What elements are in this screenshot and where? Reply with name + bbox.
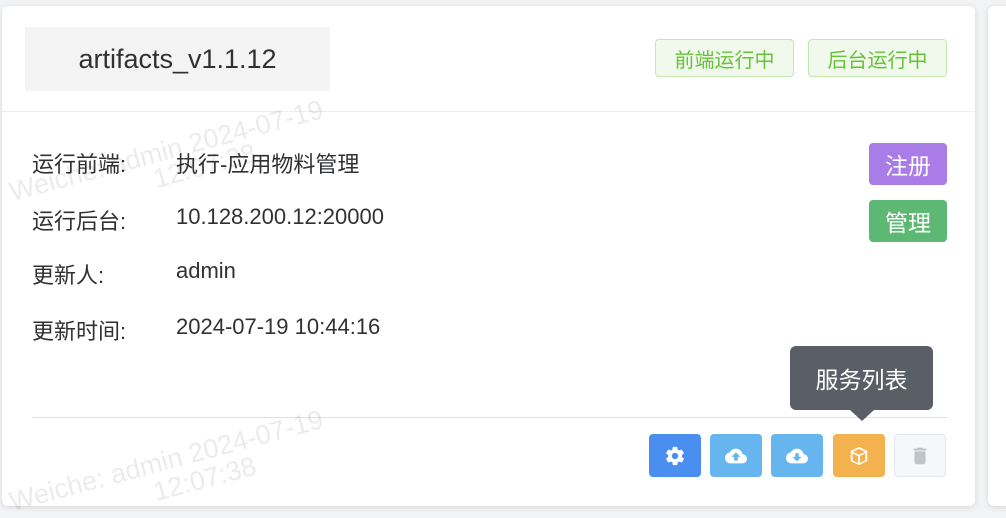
field-value: 执行-应用物料管理 [176, 152, 360, 177]
register-button[interactable]: 注册 [869, 143, 947, 185]
header-divider [2, 111, 975, 112]
cloud-download-icon [786, 448, 808, 463]
field-value: 2024-07-19 10:44:16 [176, 314, 381, 339]
upload-button[interactable] [710, 434, 762, 477]
field-label: 运行后台: [32, 209, 127, 234]
field-label: 更新时间: [32, 319, 127, 344]
settings-button[interactable] [649, 434, 701, 477]
field-label: 更新人: [32, 263, 105, 288]
cloud-upload-icon [725, 448, 747, 463]
project-card: artifacts_v1.1.12 前端运行中 后台运行中 运行前端: 执行-应… [2, 6, 975, 506]
backend-running-tag: 后台运行中 [808, 39, 947, 77]
adjacent-card [988, 6, 1006, 506]
download-button[interactable] [771, 434, 823, 477]
field-backend: 运行后台: 10.128.200.12:20000 [32, 204, 384, 236]
service-list-button[interactable] [833, 434, 885, 477]
trash-icon [913, 447, 927, 464]
field-label: 运行前端: [32, 152, 127, 177]
field-updated-time: 更新时间: 2024-07-19 10:44:16 [32, 314, 380, 346]
tooltip-arrow [850, 410, 874, 421]
field-frontend: 运行前端: 执行-应用物料管理 [32, 147, 359, 179]
footer-divider [32, 417, 947, 418]
gear-icon [666, 446, 684, 465]
delete-button[interactable] [894, 434, 946, 477]
manage-button[interactable]: 管理 [869, 200, 947, 242]
field-updater: 更新人: admin [32, 258, 236, 290]
box-icon [850, 446, 868, 465]
field-value: 10.128.200.12:20000 [176, 204, 384, 229]
service-list-tooltip: 服务列表 [790, 346, 933, 410]
card-title: artifacts_v1.1.12 [25, 27, 330, 91]
frontend-running-tag: 前端运行中 [655, 39, 794, 77]
field-value: admin [176, 258, 236, 283]
